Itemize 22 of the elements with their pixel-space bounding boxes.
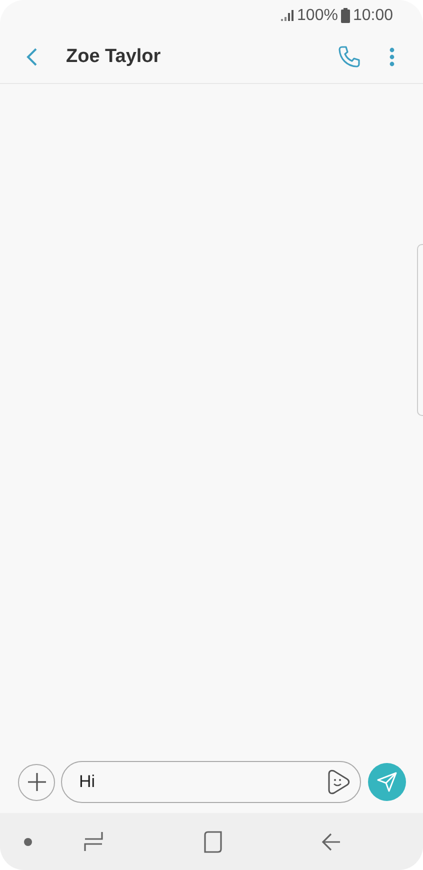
back-arrow-icon (321, 832, 341, 852)
phone-icon (337, 45, 361, 69)
plus-icon (26, 772, 46, 792)
more-icon (389, 47, 395, 67)
battery-percent: 100% (297, 6, 338, 26)
battery-icon (340, 8, 350, 23)
back-nav-button[interactable] (321, 832, 341, 852)
recents-button[interactable] (84, 830, 104, 852)
home-icon (203, 830, 223, 852)
edge-panel-handle[interactable] (417, 244, 423, 416)
send-icon (376, 771, 398, 793)
home-button[interactable] (203, 830, 223, 852)
back-icon (26, 47, 38, 67)
clock-time: 10:00 (352, 6, 393, 26)
more-options-button[interactable] (389, 47, 395, 67)
call-button[interactable] (337, 45, 361, 69)
attach-button[interactable] (18, 764, 55, 800)
nav-dot-button[interactable] (24, 838, 32, 846)
message-field[interactable]: Hi (61, 761, 361, 803)
signal-icon (281, 10, 294, 22)
recents-icon (84, 830, 104, 852)
contact-name: Zoe Taylor (66, 44, 162, 69)
